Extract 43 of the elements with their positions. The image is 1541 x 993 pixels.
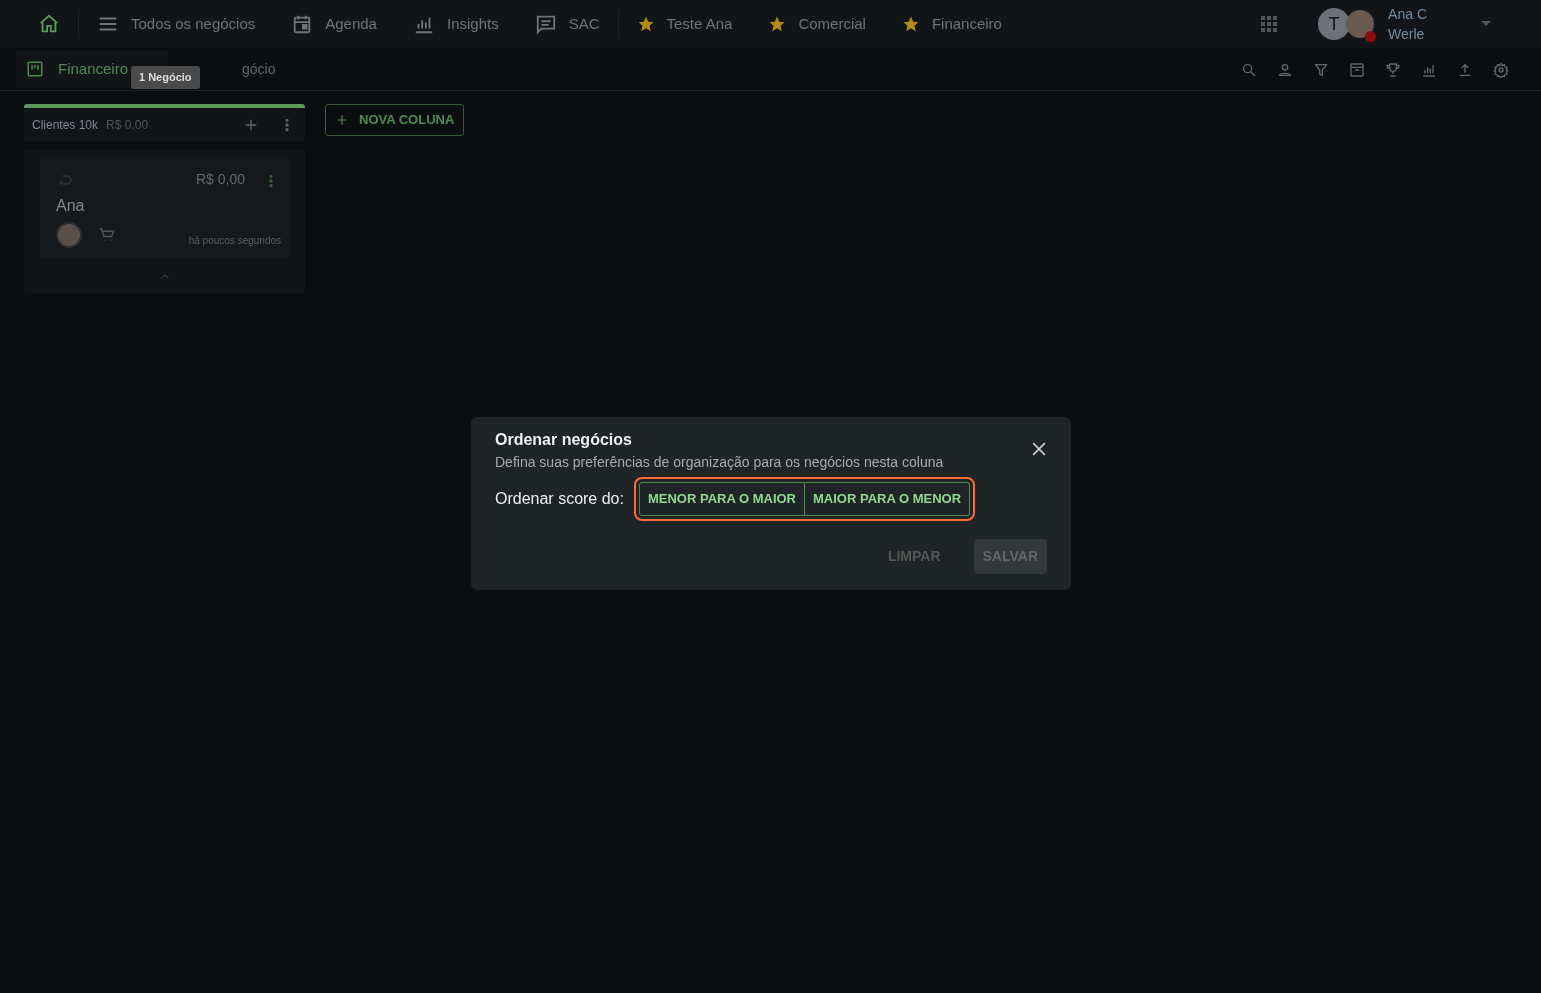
nav-item[interactable]: Todos os negócios bbox=[79, 12, 274, 36]
dialog-title: Ordenar negócios bbox=[495, 430, 633, 450]
board-icon bbox=[26, 60, 44, 78]
nav-item[interactable]: Teste Ana bbox=[618, 12, 751, 36]
star-icon bbox=[636, 15, 655, 33]
column-title: Clientes 10k bbox=[32, 116, 99, 134]
deal-count: gócio bbox=[242, 59, 276, 79]
user-name: Ana C bbox=[1388, 5, 1427, 24]
nav-item[interactable]: Agenda bbox=[273, 12, 395, 36]
nav-item[interactable]: Financeiro bbox=[883, 12, 1020, 36]
dialog-description: Defina suas preferências de organização para os negócios nesta coluna bbox=[495, 453, 944, 472]
plus-icon bbox=[335, 112, 349, 127]
apps-grid-icon[interactable] bbox=[1260, 15, 1279, 33]
upload-icon bbox=[1457, 62, 1473, 79]
caret-icon[interactable] bbox=[1481, 21, 1491, 27]
owner-avatar bbox=[56, 222, 82, 248]
star-icon bbox=[901, 15, 920, 33]
settings-icon bbox=[1493, 62, 1509, 79]
nav-item[interactable]: Insights bbox=[394, 12, 517, 36]
tooltip: 1 Negócio bbox=[131, 66, 200, 89]
archive-icon bbox=[1349, 62, 1365, 79]
cart-icon bbox=[98, 226, 116, 244]
sort-option[interactable]: MAIOR PARA O MENOR bbox=[805, 482, 971, 516]
bar-chart-icon bbox=[1421, 62, 1437, 79]
chat-icon bbox=[534, 13, 557, 35]
home-icon bbox=[38, 13, 60, 35]
sort-label: Ordenar score do: bbox=[495, 488, 624, 509]
deal-time: há poucos segundos bbox=[188, 234, 281, 248]
person-icon bbox=[1277, 62, 1293, 79]
nav-item[interactable]: Comercial bbox=[750, 12, 884, 36]
user-avatar bbox=[1346, 10, 1375, 38]
nav-item[interactable]: SAC bbox=[516, 12, 618, 36]
user-name: Werle bbox=[1388, 25, 1426, 44]
deal-card[interactable]: R$ 0,00 Ana há poucos segundos bbox=[40, 157, 289, 258]
star-icon bbox=[768, 15, 787, 33]
trophy-icon bbox=[1385, 62, 1401, 79]
deal-value: R$ 0,00 bbox=[195, 170, 245, 189]
new-column-button[interactable]: NOVA COLUNA bbox=[325, 104, 465, 136]
filter-icon bbox=[1313, 62, 1329, 79]
sort-option[interactable]: MENOR PARA O MAIOR bbox=[638, 482, 805, 516]
search-icon bbox=[1241, 62, 1257, 79]
deal-name: Ana bbox=[56, 196, 86, 216]
column-total: R$ 0,00 bbox=[106, 116, 149, 134]
